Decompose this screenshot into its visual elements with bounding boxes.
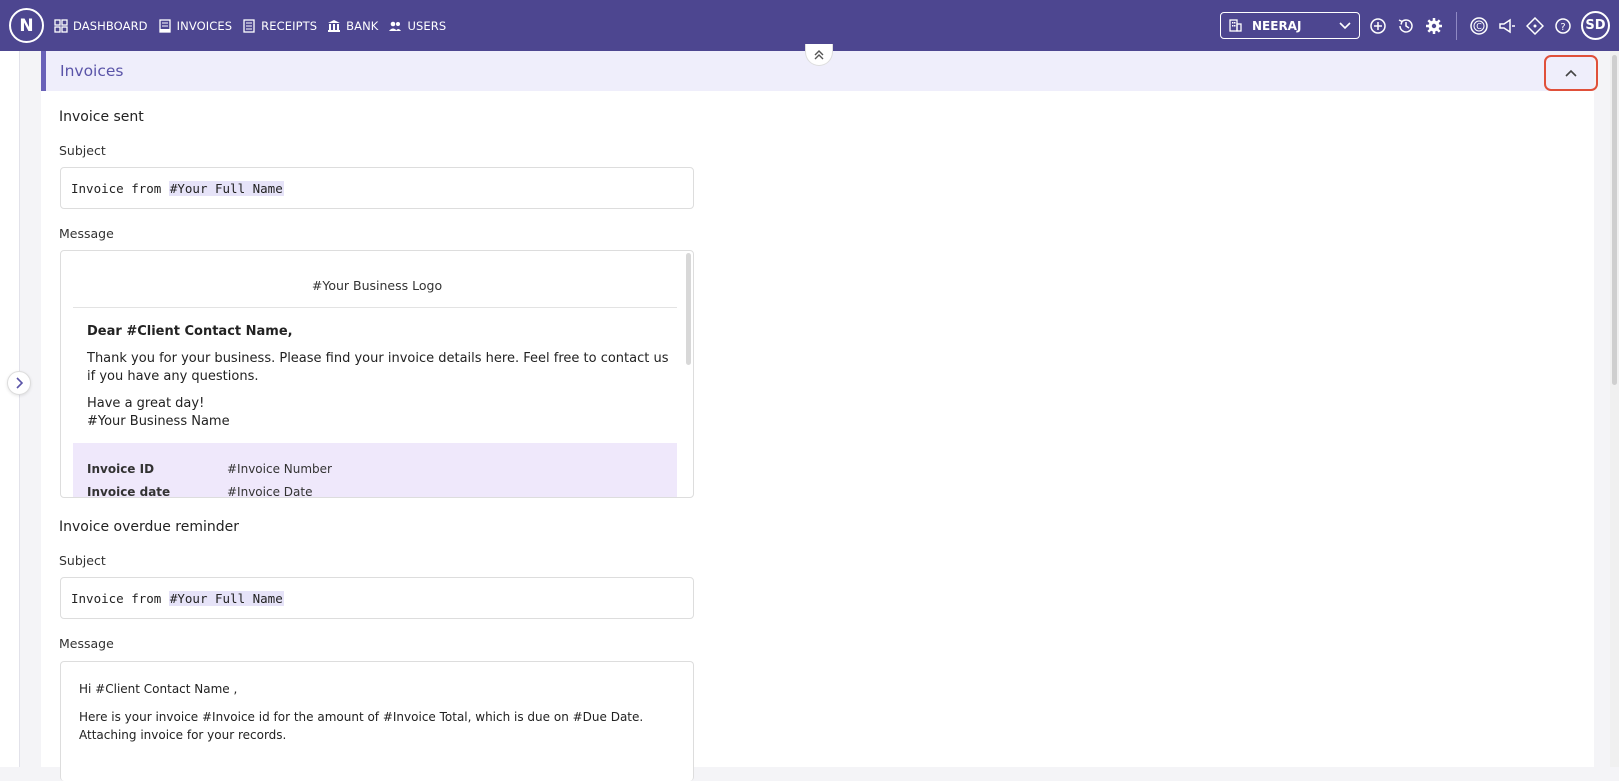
detail-key: Invoice date [87,485,171,498]
nav-dashboard[interactable]: DASHBOARD [54,19,148,33]
toolbar-icons: C ? SD [1368,0,1610,51]
chevron-down-icon [1339,21,1351,29]
invoice-overdue-message-editor[interactable]: Hi #Client Contact Name , Here is your i… [60,661,694,781]
closing-line-1: Have a great day! [87,396,205,411]
invoice-sent-subject-input[interactable]: Invoice from #Your Full Name [60,167,694,209]
overdue-line-1: Hi #Client Contact Name , [79,682,238,696]
invoice-overdue-heading: Invoice overdue reminder [59,519,240,535]
history-icon[interactable] [1396,16,1416,36]
nav-invoices[interactable]: INVOICES [158,19,233,33]
detail-key: Invoice ID [87,462,155,476]
expand-sidebar-button[interactable] [7,371,31,395]
invoice-sent-message-editor[interactable]: #Your Business Logo Dear #Client Contact… [60,250,694,498]
nav-receipts-label: RECEIPTS [261,18,318,33]
app-logo-letter: N [19,15,34,36]
chevron-up-icon [1565,69,1577,77]
app-logo[interactable]: N [9,8,44,43]
gear-icon[interactable] [1424,16,1444,36]
overdue-line-2: Here is your invoice #Invoice id for the… [79,710,644,724]
body-line-2: if you have any questions. [87,369,259,384]
nav-users-label: USERS [407,18,447,33]
section-title: Invoices [60,62,124,80]
svg-text:C: C [1476,22,1482,31]
organization-select[interactable]: NEERAJ [1220,12,1360,39]
page-scrollbar-thumb[interactable] [1612,55,1617,385]
nav-users[interactable]: USERS [388,19,446,33]
organization-select-value: NEERAJ [1252,18,1302,33]
invoice-sent-heading: Invoice sent [59,109,144,125]
subject-prefix: Invoice from [71,180,169,196]
invoice-overdue-subject-input[interactable]: Invoice from #Your Full Name [60,577,694,619]
nav-bank[interactable]: BANK [327,19,378,33]
users-icon [389,21,402,31]
diamond-icon[interactable] [1525,16,1545,36]
help-icon[interactable]: ? [1553,16,1573,36]
main-nav: DASHBOARD INVOICES RECEIPTS BANK USERS [54,0,446,51]
nav-dashboard-label: DASHBOARD [73,18,148,33]
nav-receipts[interactable]: RECEIPTS [242,19,317,33]
currency-icon[interactable]: C [1469,16,1489,36]
nav-bank-label: BANK [346,18,379,33]
invoice-overdue-message-label: Message [59,636,114,651]
page-scrollbar[interactable] [1610,51,1619,767]
building-icon [1229,19,1242,32]
settings-card: Invoices Invoice sent Subject Invoice fr… [41,51,1598,781]
user-initials: SD [1585,18,1606,33]
invoice-sent-message-label: Message [59,226,114,241]
invoice-sent-subject-label: Subject [59,143,106,158]
business-logo-placeholder: #Your Business Logo [311,278,443,293]
detail-value: #Invoice Date [227,485,313,498]
editor-scrollbar[interactable] [686,253,691,365]
invoice-icon [158,18,171,33]
greeting: Dear #Client Contact Name, [87,324,293,339]
collapse-section-button[interactable] [1544,55,1598,91]
receipt-icon [243,18,255,33]
bank-icon [328,19,341,32]
megaphone-icon[interactable] [1497,16,1517,36]
nav-invoices-label: INVOICES [176,18,233,33]
toolbar-divider [1456,11,1457,40]
closing-line-2: #Your Business Name [87,414,230,429]
detail-row: Invoice ID #Invoice Number [87,462,332,476]
double-chevron-up-icon [814,49,824,59]
svg-text:?: ? [1560,22,1565,33]
subject-tag: #Your Full Name [168,180,284,196]
detail-value: #Invoice Number [227,462,332,476]
add-circle-icon[interactable] [1368,16,1388,36]
side-rail [0,51,20,767]
chevron-right-icon [16,377,23,389]
invoice-details-band: Invoice ID #Invoice Number Invoice date #I… [73,443,677,498]
subject-tag: #Your Full Name [168,590,284,606]
grid-icon [54,18,68,33]
user-avatar[interactable]: SD [1581,11,1610,40]
divider [73,307,677,308]
overdue-line-3: Attaching invoice for your records. [79,728,287,742]
body-line-1: Thank you for your business. Please find… [87,351,669,366]
invoice-overdue-subject-label: Subject [59,553,106,568]
subject-prefix: Invoice from [71,590,169,606]
detail-row: Invoice date #Invoice Date [87,485,313,498]
